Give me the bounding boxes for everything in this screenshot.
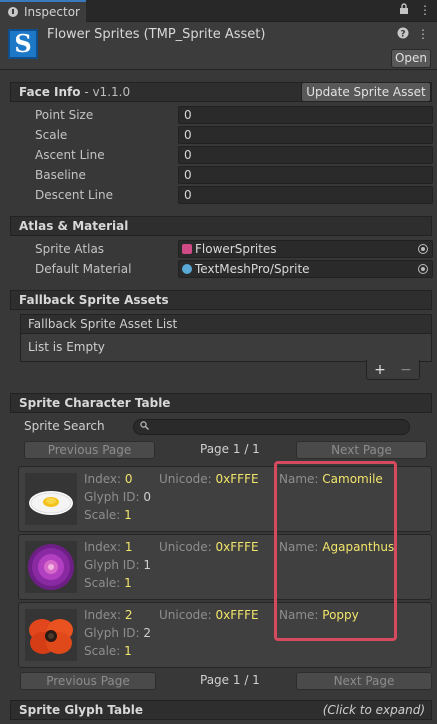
glyph-id-label: Glyph ID: bbox=[84, 490, 140, 504]
svg-text:?: ? bbox=[400, 30, 405, 40]
glyph-id-value: 0 bbox=[143, 490, 152, 504]
help-icon[interactable]: ? bbox=[397, 27, 409, 42]
asset-title: Flower Sprites (TMP_Sprite Asset) bbox=[47, 27, 266, 42]
object-picker-icon[interactable] bbox=[418, 244, 428, 254]
sprite-asset-logo: S bbox=[8, 29, 38, 59]
unicode-value: 0xFFFE bbox=[215, 540, 259, 554]
search-icon bbox=[140, 421, 149, 430]
scale-label: Scale bbox=[35, 128, 68, 142]
unicode-value: 0xFFFE bbox=[215, 608, 259, 622]
glyph-id-label: Glyph ID: bbox=[84, 558, 140, 572]
sprite-atlas-label: Sprite Atlas bbox=[35, 242, 105, 256]
info-icon bbox=[8, 7, 18, 17]
poppy-flower-icon bbox=[25, 609, 77, 661]
list-controls: + − bbox=[366, 360, 420, 380]
face-info-title: Face Info bbox=[19, 85, 81, 99]
ascent-line-label: Ascent Line bbox=[35, 148, 105, 162]
index-label: Index: bbox=[84, 540, 122, 554]
sprite-atlas-value: FlowerSprites bbox=[195, 242, 277, 256]
open-button[interactable]: Open bbox=[391, 49, 431, 68]
agapanthus-flower-icon bbox=[25, 541, 77, 593]
atlas-material-title: Atlas & Material bbox=[19, 219, 129, 233]
index-value: 1 bbox=[124, 540, 133, 554]
material-icon bbox=[182, 264, 192, 274]
glyph-id-value: 1 bbox=[143, 558, 152, 572]
sprite-search-label: Sprite Search bbox=[24, 419, 105, 433]
page-indicator-top: Page 1 / 1 bbox=[200, 442, 260, 456]
index-value: 2 bbox=[124, 608, 133, 622]
page-indicator-bottom: Page 1 / 1 bbox=[200, 673, 260, 687]
index-value: 0 bbox=[124, 472, 133, 486]
fallback-title: Fallback Sprite Assets bbox=[19, 293, 169, 307]
remove-item-button[interactable]: − bbox=[400, 362, 412, 378]
sprite-atlas-field[interactable]: FlowerSprites bbox=[178, 240, 433, 258]
baseline-label: Baseline bbox=[35, 168, 86, 182]
next-page-button-top[interactable]: Next Page bbox=[296, 441, 427, 459]
sprite-glyph-table-header[interactable]: Sprite Glyph Table (Click to expand) bbox=[10, 700, 432, 720]
previous-page-button-bottom[interactable]: Previous Page bbox=[20, 672, 156, 690]
face-info-header[interactable]: Face Info - v1.1.0 Update Sprite Asset bbox=[10, 82, 432, 102]
asset-header: S Flower Sprites (TMP_Sprite Asset) ? ⋮ … bbox=[0, 22, 437, 70]
fallback-list-header: Fallback Sprite Asset List bbox=[20, 314, 432, 334]
default-material-label: Default Material bbox=[35, 262, 132, 276]
scale-label: Scale: bbox=[84, 644, 121, 658]
sprite-search-input[interactable] bbox=[133, 419, 410, 435]
scale-value: 1 bbox=[124, 644, 132, 658]
point-size-label: Point Size bbox=[35, 108, 94, 122]
object-picker-icon[interactable] bbox=[418, 264, 428, 274]
update-sprite-asset-button[interactable]: Update Sprite Asset bbox=[301, 82, 431, 102]
scale-label: Scale: bbox=[84, 508, 121, 522]
glyph-id-value: 2 bbox=[143, 626, 152, 640]
scale-value: 1 bbox=[124, 508, 132, 522]
expand-hint: (Click to expand) bbox=[322, 703, 425, 717]
fallback-header[interactable]: Fallback Sprite Assets bbox=[10, 290, 432, 310]
glyph-id-label: Glyph ID: bbox=[84, 626, 140, 640]
scale-field[interactable]: 0 bbox=[178, 126, 433, 144]
default-material-value: TextMeshPro/Sprite bbox=[195, 262, 310, 276]
tab-bar: Inspector ⋮ bbox=[0, 0, 437, 22]
index-label: Index: bbox=[84, 608, 122, 622]
fallback-list-empty: List is Empty bbox=[20, 334, 432, 362]
scale-value: 1 bbox=[124, 576, 132, 590]
lock-icon[interactable] bbox=[399, 3, 409, 18]
add-item-button[interactable]: + bbox=[374, 362, 386, 378]
sprite-character-table-title: Sprite Character Table bbox=[19, 396, 171, 410]
more-menu-icon[interactable]: ⋮ bbox=[419, 3, 431, 18]
camomile-flower-icon bbox=[25, 473, 77, 525]
tab-label: Inspector bbox=[24, 5, 80, 19]
default-material-field[interactable]: TextMeshPro/Sprite bbox=[178, 260, 433, 278]
sprite-glyph-table-title: Sprite Glyph Table bbox=[19, 703, 143, 717]
name-column-highlight bbox=[274, 461, 397, 641]
texture-icon bbox=[182, 244, 192, 254]
point-size-field[interactable]: 0 bbox=[178, 106, 433, 124]
version-label: - v1.1.0 bbox=[80, 85, 131, 99]
index-label: Index: bbox=[84, 472, 122, 486]
unicode-value: 0xFFFE bbox=[215, 472, 259, 486]
atlas-material-header[interactable]: Atlas & Material bbox=[10, 216, 432, 236]
descent-line-label: Descent Line bbox=[35, 188, 113, 202]
unicode-label: Unicode: bbox=[159, 472, 212, 486]
settings-menu-icon[interactable]: ⋮ bbox=[417, 27, 429, 42]
next-page-button-bottom[interactable]: Next Page bbox=[296, 672, 432, 690]
unicode-label: Unicode: bbox=[159, 608, 212, 622]
baseline-field[interactable]: 0 bbox=[178, 166, 433, 184]
previous-page-button-top[interactable]: Previous Page bbox=[24, 441, 155, 459]
tab-inspector[interactable]: Inspector bbox=[0, 0, 86, 22]
ascent-line-field[interactable]: 0 bbox=[178, 146, 433, 164]
sprite-character-table-header[interactable]: Sprite Character Table bbox=[10, 393, 432, 413]
unicode-label: Unicode: bbox=[159, 540, 212, 554]
descent-line-field[interactable]: 0 bbox=[178, 186, 433, 204]
scale-label: Scale: bbox=[84, 576, 121, 590]
